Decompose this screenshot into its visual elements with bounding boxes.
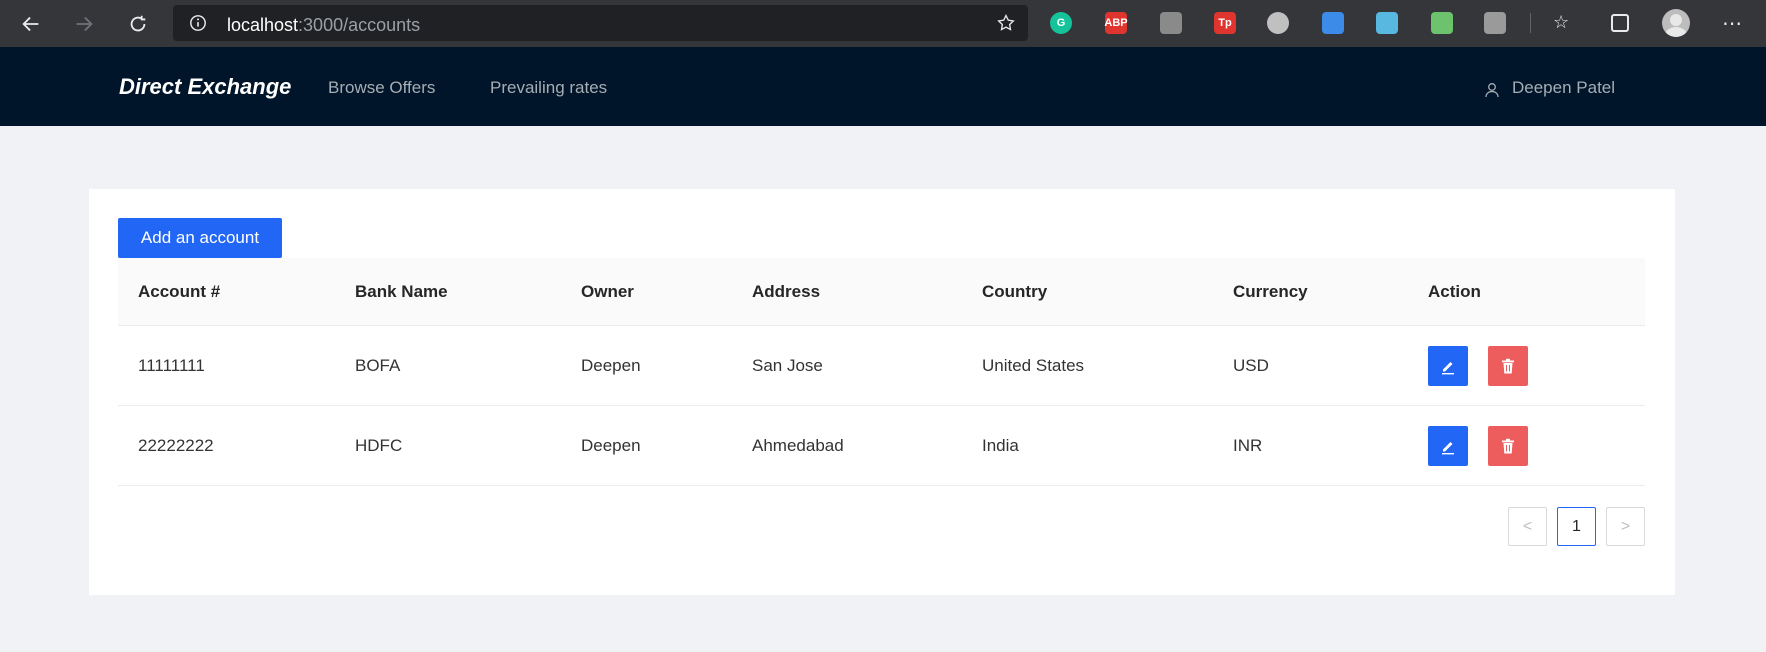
row-divider [118, 485, 1645, 486]
trash-icon [1502, 438, 1514, 454]
copy-extension-icon[interactable] [1484, 12, 1506, 34]
nav-browse-offers[interactable]: Browse Offers [328, 78, 435, 98]
url-host: localhost [227, 15, 299, 35]
url-path: :3000/accounts [298, 15, 421, 35]
column-header-currency: Currency [1233, 282, 1308, 301]
jar-extension-icon[interactable] [1376, 12, 1398, 34]
accounts-card [89, 189, 1675, 595]
extension-icon[interactable] [1160, 12, 1182, 34]
tp-extension-icon[interactable]: Tp [1214, 12, 1236, 34]
grammarly-extension-icon[interactable]: G [1050, 12, 1072, 34]
pen-extension-icon[interactable] [1431, 12, 1453, 34]
column-header-bank-name: Bank Name [355, 282, 448, 301]
pagination-next[interactable]: > [1606, 507, 1645, 546]
trash-icon [1502, 358, 1514, 374]
adblock-plus-extension-icon[interactable]: ABP [1104, 12, 1128, 34]
forward-arrow-icon[interactable] [70, 10, 98, 38]
user-icon [1485, 83, 1499, 98]
brand-logo[interactable]: Direct Exchange [119, 74, 291, 100]
row-divider [118, 405, 1645, 406]
user-menu[interactable]: Deepen Patel [1484, 78, 1615, 98]
address-bar[interactable]: localhost:3000/accounts [173, 5, 1028, 41]
cell-account: 11111111 [138, 356, 205, 375]
pagination-page[interactable]: 1 [1557, 507, 1596, 546]
column-header-owner: Owner [581, 282, 634, 301]
column-header-account: Account # [138, 282, 221, 301]
bookmark-star-icon[interactable] [996, 13, 1016, 33]
edit-button[interactable] [1428, 426, 1468, 466]
cell-account: 22222222 [138, 436, 214, 455]
user-name: Deepen Patel [1512, 78, 1616, 97]
favorites-icon[interactable]: ☆ [1553, 12, 1577, 34]
cell-address: San Jose [752, 356, 823, 375]
cell-owner: Deepen [581, 436, 641, 455]
cell-owner: Deepen [581, 356, 641, 375]
cell-bank-name: HDFC [355, 436, 403, 455]
edit-button[interactable] [1428, 346, 1468, 386]
column-header-address: Address [752, 282, 821, 301]
collections-icon[interactable] [1611, 14, 1629, 32]
table-header [118, 258, 1645, 326]
column-header-action: Action [1428, 282, 1481, 301]
window-extension-icon[interactable] [1322, 12, 1344, 34]
reload-icon[interactable] [124, 10, 152, 38]
cell-currency: USD [1233, 356, 1269, 375]
edit-icon [1442, 442, 1454, 455]
nav-prevailing-rates[interactable]: Prevailing rates [490, 78, 607, 98]
add-account-button[interactable]: Add an account [118, 218, 282, 258]
browser-toolbar: localhost:3000/accounts G ABP Tp ☆ ⋯ [0, 0, 1766, 47]
edit-icon [1442, 362, 1454, 375]
column-header-country: Country [982, 282, 1048, 301]
cell-address: Ahmedabad [752, 436, 844, 455]
target-extension-icon[interactable] [1267, 12, 1289, 34]
url-text: localhost:3000/accounts [227, 15, 420, 36]
cell-country: India [982, 436, 1019, 455]
cell-country: United States [982, 356, 1085, 375]
more-menu-icon[interactable]: ⋯ [1722, 11, 1743, 36]
cell-bank-name: BOFA [355, 356, 401, 375]
cell-currency: INR [1233, 436, 1263, 455]
toolbar-separator [1530, 13, 1531, 33]
info-icon[interactable] [189, 14, 207, 32]
pagination-prev[interactable]: < [1508, 507, 1547, 546]
back-arrow-icon[interactable] [17, 10, 45, 38]
delete-button[interactable] [1488, 346, 1528, 386]
delete-button[interactable] [1488, 426, 1528, 466]
profile-avatar[interactable] [1662, 9, 1690, 37]
